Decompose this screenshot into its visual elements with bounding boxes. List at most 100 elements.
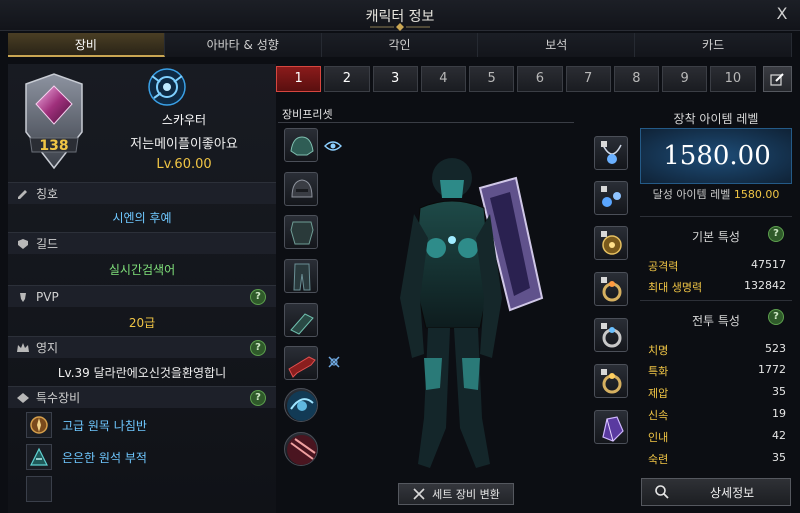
tab-engraving[interactable]: 각인	[321, 33, 479, 57]
scouter-class-icon	[148, 68, 186, 106]
tab-avatar[interactable]: 아바타 & 성향	[164, 33, 322, 57]
territory-value: Lv.39 달라란에오신것을환영합니	[57, 366, 227, 380]
special-help-icon[interactable]: ?	[250, 390, 266, 406]
tab-gem[interactable]: 보석	[478, 33, 636, 57]
stat-value: 19	[772, 407, 786, 420]
equip-slot-ring-2[interactable]	[594, 318, 628, 352]
preset-slot-10[interactable]: 10	[710, 66, 756, 92]
emblem-level: 138	[39, 138, 69, 154]
tab-bar: 장비 아바타 & 성향 각인 보석 카드	[8, 33, 792, 57]
pants-icon	[293, 263, 311, 291]
special-gear-icon	[16, 391, 30, 405]
equip-slot-weapon[interactable]	[284, 346, 318, 380]
preset-slot-3[interactable]: 3	[372, 66, 418, 92]
preset-slot-6[interactable]: 6	[517, 66, 563, 92]
gloves-icon	[290, 313, 314, 335]
stat-row-expertise: 숙련 35	[648, 451, 786, 467]
divider	[640, 216, 792, 217]
level-emblem-icon	[25, 73, 83, 170]
preset-slot-9[interactable]: 9	[662, 66, 708, 92]
tab-card[interactable]: 카드	[635, 33, 792, 57]
ring-icon	[601, 277, 622, 302]
drone-orb-icon	[287, 391, 317, 421]
combat-stats-help-icon[interactable]: ?	[768, 309, 784, 325]
territory-help-icon[interactable]: ?	[250, 340, 266, 356]
special-item-empty-slot[interactable]	[26, 476, 62, 502]
section-title-header: 칭호	[8, 182, 276, 204]
stat-value: 1772	[758, 363, 786, 376]
title-value: 시엔의 후예	[112, 211, 172, 225]
stat-row-endurance: 인내 42	[648, 429, 786, 445]
detail-info-button[interactable]: 상세정보	[641, 478, 791, 506]
class-name: 스카우터	[161, 113, 207, 127]
special-item-amulet[interactable]: 은은한 원석 부적	[26, 444, 147, 470]
stat-key: 제압	[648, 387, 669, 400]
equip-slot-ability-stone[interactable]	[594, 410, 628, 444]
basic-stats-help-icon[interactable]: ?	[768, 226, 784, 242]
equip-slot-helmet[interactable]	[284, 172, 318, 206]
preset-slot-7[interactable]: 7	[565, 66, 611, 92]
helmet-icon	[291, 179, 313, 198]
set-equipment-convert-button[interactable]: 세트 장비 변환	[398, 483, 514, 505]
close-button[interactable]: X	[772, 4, 792, 24]
compass-icon	[26, 412, 52, 438]
preset-slot-bar: 1 2 3 4 5 6 7 8 9 10	[276, 66, 793, 94]
equip-slot-chest[interactable]	[284, 215, 318, 249]
special-item-label: 은은한 원석 부적	[62, 450, 147, 465]
equip-slot-bracelet[interactable]	[284, 432, 318, 466]
preset-slot-5[interactable]: 5	[469, 66, 515, 92]
equip-slot-earring-2[interactable]	[594, 226, 628, 260]
title-ornament	[370, 23, 430, 31]
character-name: 저는메이플이좋아요	[130, 137, 238, 152]
stat-key: 치명	[648, 344, 669, 357]
equip-slot-shoulder[interactable]	[284, 128, 318, 162]
edit-preset-button[interactable]	[762, 66, 793, 92]
stats-panel: 장착 아이템 레벨 1580.00 달성 아이템 레벨 1580.00 기본 특…	[640, 104, 792, 474]
section-label: 칭호	[36, 187, 59, 201]
section-label: 길드	[36, 237, 59, 251]
stat-value: 132842	[744, 279, 786, 292]
stat-value: 42	[772, 429, 786, 442]
character-model	[400, 158, 544, 468]
edit-icon	[770, 73, 784, 86]
item-level-title: 장착 아이템 레벨	[673, 112, 759, 126]
tab-equipment[interactable]: 장비	[8, 33, 165, 57]
preset-slot-2[interactable]: 2	[324, 66, 370, 92]
pvp-icon	[16, 290, 30, 304]
stat-row-attack: 공격력 47517	[648, 258, 786, 274]
equip-slot-earring-1[interactable]	[594, 181, 628, 215]
stat-value: 35	[772, 451, 786, 464]
tools-icon	[413, 488, 425, 500]
achieved-item-level: 달성 아이템 레벨 1580.00	[640, 186, 792, 202]
character-level: Lv.60.00	[156, 157, 212, 172]
ring-icon	[601, 369, 622, 394]
preset-slot-8[interactable]: 8	[613, 66, 659, 92]
special-item-compass[interactable]: 고급 원목 나침반	[26, 412, 147, 438]
window-titlebar: 캐릭터 정보 X	[0, 0, 800, 31]
equip-slot-drone[interactable]	[284, 388, 318, 422]
equip-slot-necklace[interactable]	[594, 136, 628, 170]
stat-row-swiftness: 신속 19	[648, 407, 786, 423]
detail-button-label: 상세정보	[710, 485, 755, 500]
equip-slot-gloves[interactable]	[284, 303, 318, 337]
equipment-preset-label: 장비프리셋	[282, 108, 333, 121]
equip-slot-ring-3[interactable]	[594, 364, 628, 398]
bracelet-orb-icon	[287, 435, 317, 465]
preset-slot-4[interactable]: 4	[420, 66, 466, 92]
equip-slot-ring-1[interactable]	[594, 272, 628, 306]
stat-key: 숙련	[648, 453, 669, 466]
item-level-box: 1580.00	[640, 128, 792, 184]
section-label: 특수장비	[36, 391, 81, 405]
stat-row-crit: 치명 523	[648, 342, 786, 358]
preset-slot-1[interactable]: 1	[276, 66, 322, 92]
equip-slot-pants[interactable]	[284, 259, 318, 293]
shoulder-armor-icon	[290, 136, 314, 156]
empty-slot-icon	[26, 476, 52, 502]
pvp-help-icon[interactable]: ?	[250, 289, 266, 305]
section-label: PVP	[36, 289, 59, 304]
set-button-label: 세트 장비 변환	[432, 488, 500, 501]
crystal-stone-icon	[602, 416, 624, 442]
stat-row-specialization: 특화 1772	[648, 363, 786, 379]
profile-panel: 138 스카우터 저는메이플이좋아요 Lv.60.00 칭호 시엔의 후예 길드…	[8, 64, 276, 513]
pvp-value: 20급	[128, 316, 156, 330]
